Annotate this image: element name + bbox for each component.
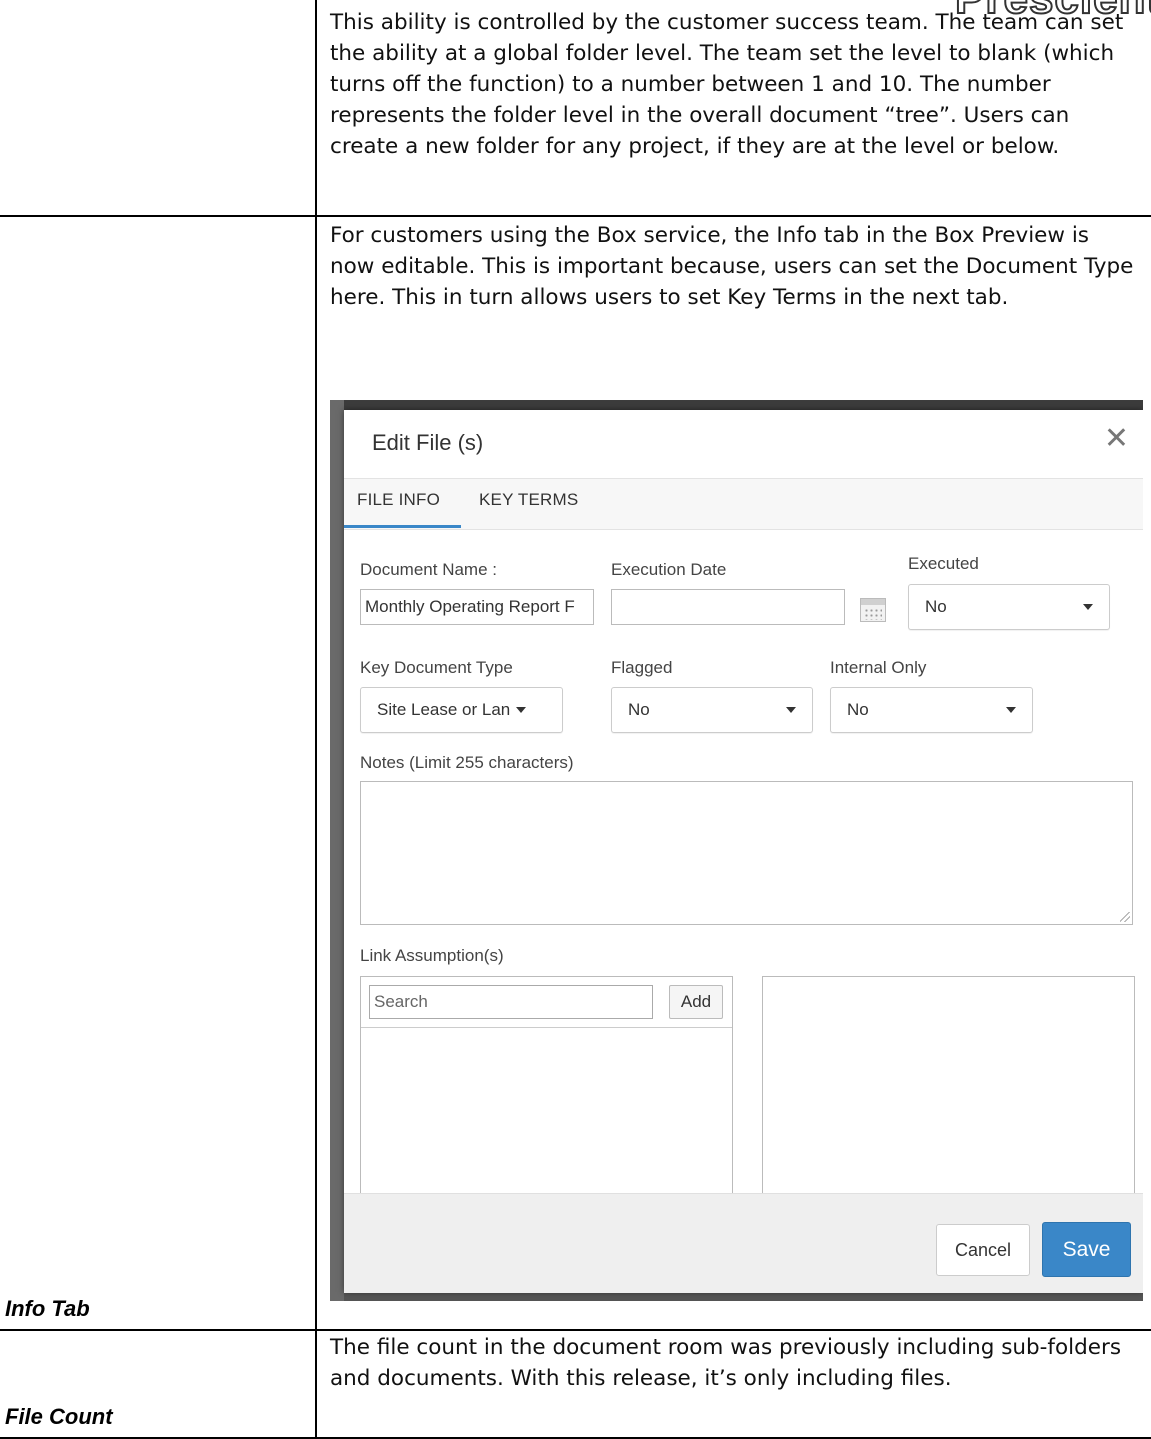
executed-value: No xyxy=(925,597,947,616)
row-label: File Count xyxy=(5,1404,113,1429)
row-label: Info Tab xyxy=(5,1296,90,1321)
internal-only-select[interactable]: No xyxy=(830,687,1033,733)
tab-bar xyxy=(344,479,1143,530)
flagged-select[interactable]: No xyxy=(611,687,813,733)
row-divider xyxy=(0,215,1151,217)
chevron-down-icon xyxy=(1006,707,1016,713)
row-description: The file count in the document room was … xyxy=(330,1335,1122,1391)
search-input[interactable]: Search xyxy=(369,985,653,1019)
key-document-type-value: Site Lease or Lan xyxy=(377,700,511,719)
add-button[interactable]: Add xyxy=(669,985,723,1019)
execution-date-field[interactable] xyxy=(611,589,845,625)
execution-date-label: Execution Date xyxy=(611,560,727,579)
executed-select[interactable]: No xyxy=(908,584,1110,630)
tab-key-terms[interactable]: KEY TERMS xyxy=(479,490,578,510)
cancel-button[interactable]: Cancel xyxy=(936,1224,1030,1276)
panel-divider xyxy=(361,1027,732,1028)
link-assumptions-label: Link Assumption(s) xyxy=(360,946,504,965)
executed-label: Executed xyxy=(908,554,979,573)
edit-file-screenshot: Edit File (s) ✕ FILE INFO KEY TERMS Docu… xyxy=(330,400,1143,1301)
tab-file-info[interactable]: FILE INFO xyxy=(357,490,440,510)
flagged-label: Flagged xyxy=(611,658,673,677)
backdrop xyxy=(330,400,1143,410)
close-icon[interactable]: ✕ xyxy=(1104,424,1129,454)
row-description: This ability is controlled by the custom… xyxy=(330,10,1124,159)
calendar-icon[interactable] xyxy=(860,598,886,622)
internal-only-label: Internal Only xyxy=(830,658,927,677)
row-description: For customers using the Box service, the… xyxy=(330,223,1134,310)
notes-label: Notes (Limit 255 characters) xyxy=(360,753,574,772)
chevron-down-icon xyxy=(786,707,796,713)
chevron-down-icon xyxy=(1083,604,1093,610)
document-name-field[interactable]: Monthly Operating Report F xyxy=(360,589,594,625)
column-divider xyxy=(315,0,317,1439)
document-name-label: Document Name : xyxy=(360,560,497,579)
dialog-title: Edit File (s) xyxy=(372,430,484,455)
dialog-footer: Cancel Save xyxy=(344,1193,1143,1293)
edit-file-dialog: Edit File (s) ✕ FILE INFO KEY TERMS Docu… xyxy=(344,410,1143,1293)
internal-only-value: No xyxy=(847,700,869,719)
save-button[interactable]: Save xyxy=(1042,1222,1131,1277)
backdrop-left xyxy=(330,400,344,1301)
flagged-value: No xyxy=(628,700,650,719)
key-document-type-select[interactable]: Site Lease or Lan xyxy=(360,687,563,733)
notes-textarea[interactable] xyxy=(360,781,1133,925)
resize-handle[interactable] xyxy=(1120,912,1130,922)
key-document-type-label: Key Document Type xyxy=(360,658,513,677)
active-tab-indicator xyxy=(344,525,461,528)
row-divider xyxy=(0,1329,1151,1331)
chevron-down-icon xyxy=(516,707,527,713)
